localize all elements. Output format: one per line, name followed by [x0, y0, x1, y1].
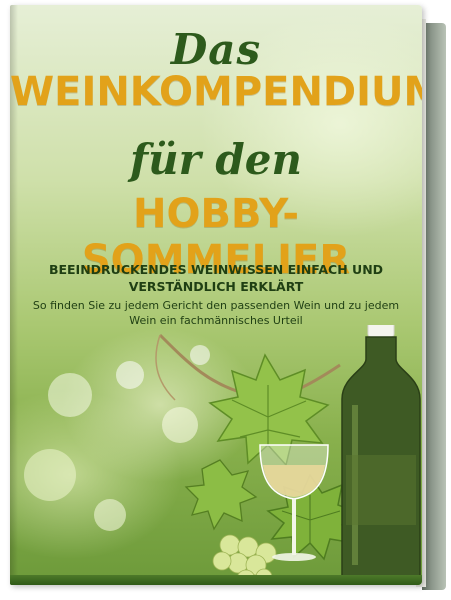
title-weinkompendium: WEINKOMPENDIUM [10, 69, 422, 115]
wine-bottle-icon [341, 325, 421, 584]
vine-tendril [155, 334, 176, 401]
cover-bottom-strip [10, 575, 422, 585]
title-das: Das [170, 25, 262, 74]
book: Das WEINKOMPENDIUM für den HOBBY-SOMMELI… [10, 5, 446, 590]
subtitle-bold: BEEINDRUCKENDES WEINWISSEN EINFACH UND V… [48, 262, 384, 294]
bokeh-lights [24, 345, 210, 531]
subtitle: So finden Sie zu jedem Gericht den passe… [32, 299, 400, 327]
book-cover: Das WEINKOMPENDIUM für den HOBBY-SOMMELI… [10, 5, 422, 585]
grape-leaf-icon-3 [184, 459, 258, 531]
title-fuer-den: für den [130, 135, 302, 184]
cover-illustration [24, 325, 421, 585]
